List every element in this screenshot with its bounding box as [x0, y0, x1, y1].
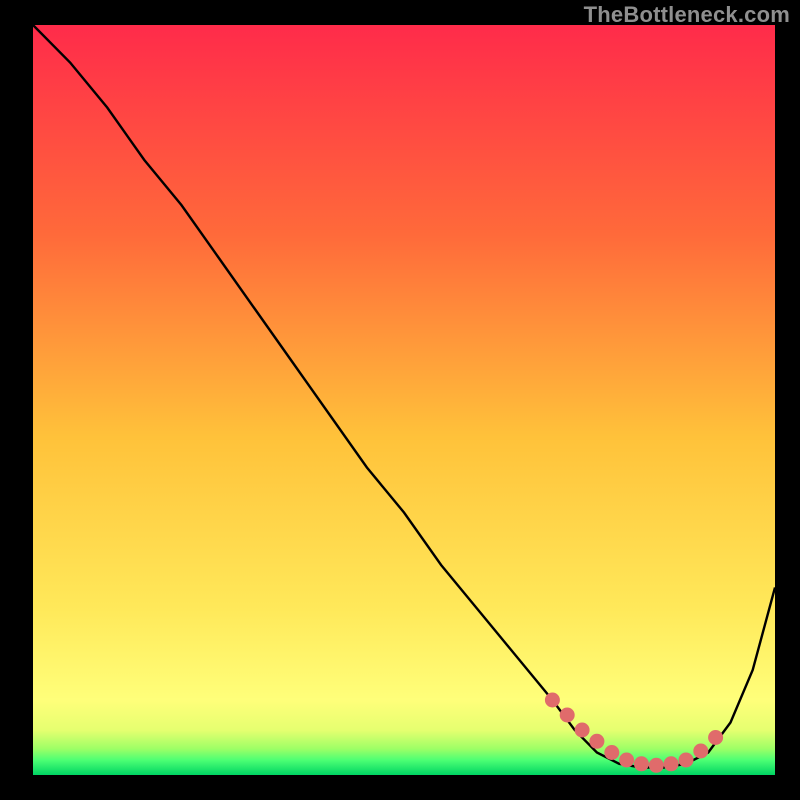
watermark-text: TheBottleneck.com: [584, 2, 790, 28]
optimal-dot: [693, 744, 708, 759]
optimal-dot: [545, 693, 560, 708]
optimal-dot: [560, 708, 575, 723]
gradient-background: [33, 25, 775, 775]
optimal-dot: [634, 756, 649, 771]
chart-svg: [0, 0, 800, 800]
optimal-dot: [604, 745, 619, 760]
optimal-dot: [679, 753, 694, 768]
optimal-dot: [649, 758, 664, 773]
optimal-dot: [664, 756, 679, 771]
optimal-dot: [619, 753, 634, 768]
optimal-dot: [575, 723, 590, 738]
chart-stage: TheBottleneck.com: [0, 0, 800, 800]
optimal-dot: [589, 734, 604, 749]
optimal-dot: [708, 730, 723, 745]
